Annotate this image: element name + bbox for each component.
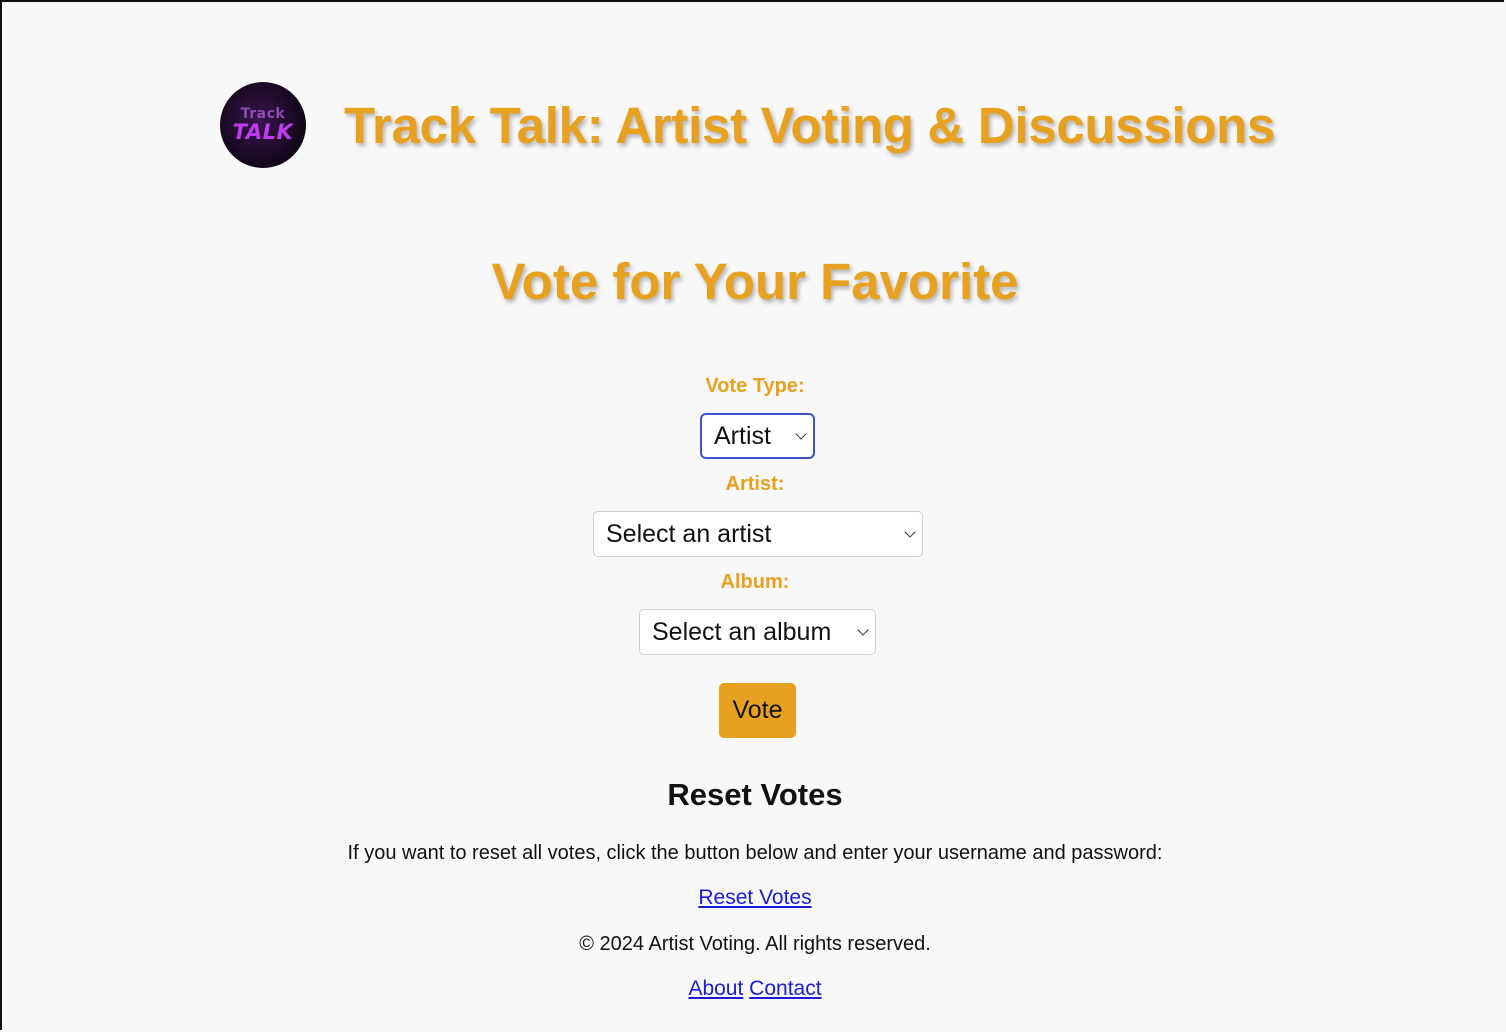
- logo-text-top: Track: [240, 106, 286, 122]
- footer-links: About Contact: [2, 977, 1506, 1001]
- vote-type-select-value: Artist: [714, 421, 771, 450]
- vote-button[interactable]: Vote: [719, 683, 796, 738]
- album-select[interactable]: Select an album: [639, 609, 876, 655]
- reset-votes-link[interactable]: Reset Votes: [698, 886, 811, 909]
- track-talk-logo: Track TALK: [220, 82, 306, 168]
- vote-type-label: Vote Type:: [705, 375, 805, 397]
- album-label: Album:: [720, 571, 790, 593]
- copyright-text: © 2024 Artist Voting. All rights reserve…: [579, 933, 931, 955]
- footer-link-about[interactable]: About: [688, 977, 743, 1000]
- chevron-down-icon: [857, 624, 869, 636]
- album-select-value: Select an album: [652, 617, 832, 646]
- footer-link-contact[interactable]: Contact: [749, 977, 821, 1000]
- reset-votes-heading: Reset Votes: [667, 777, 843, 812]
- chevron-down-icon: [904, 526, 916, 538]
- site-header: Track TALK Track Talk: Artist Voting & D…: [220, 82, 1275, 168]
- artist-select[interactable]: Select an artist: [593, 511, 923, 557]
- reset-link-row: Reset Votes: [2, 886, 1506, 910]
- artist-label: Artist:: [725, 473, 785, 495]
- logo-text-bottom: TALK: [232, 120, 294, 144]
- page-frame: Track TALK Track Talk: Artist Voting & D…: [0, 0, 1504, 1030]
- reset-votes-description: If you want to reset all votes, click th…: [347, 842, 1163, 864]
- chevron-down-icon: [795, 428, 807, 440]
- artist-select-value: Select an artist: [606, 519, 772, 548]
- vote-section-title: Vote for Your Favorite: [491, 253, 1019, 310]
- site-title: Track Talk: Artist Voting & Discussions: [344, 96, 1276, 154]
- vote-type-select[interactable]: Artist: [700, 413, 815, 459]
